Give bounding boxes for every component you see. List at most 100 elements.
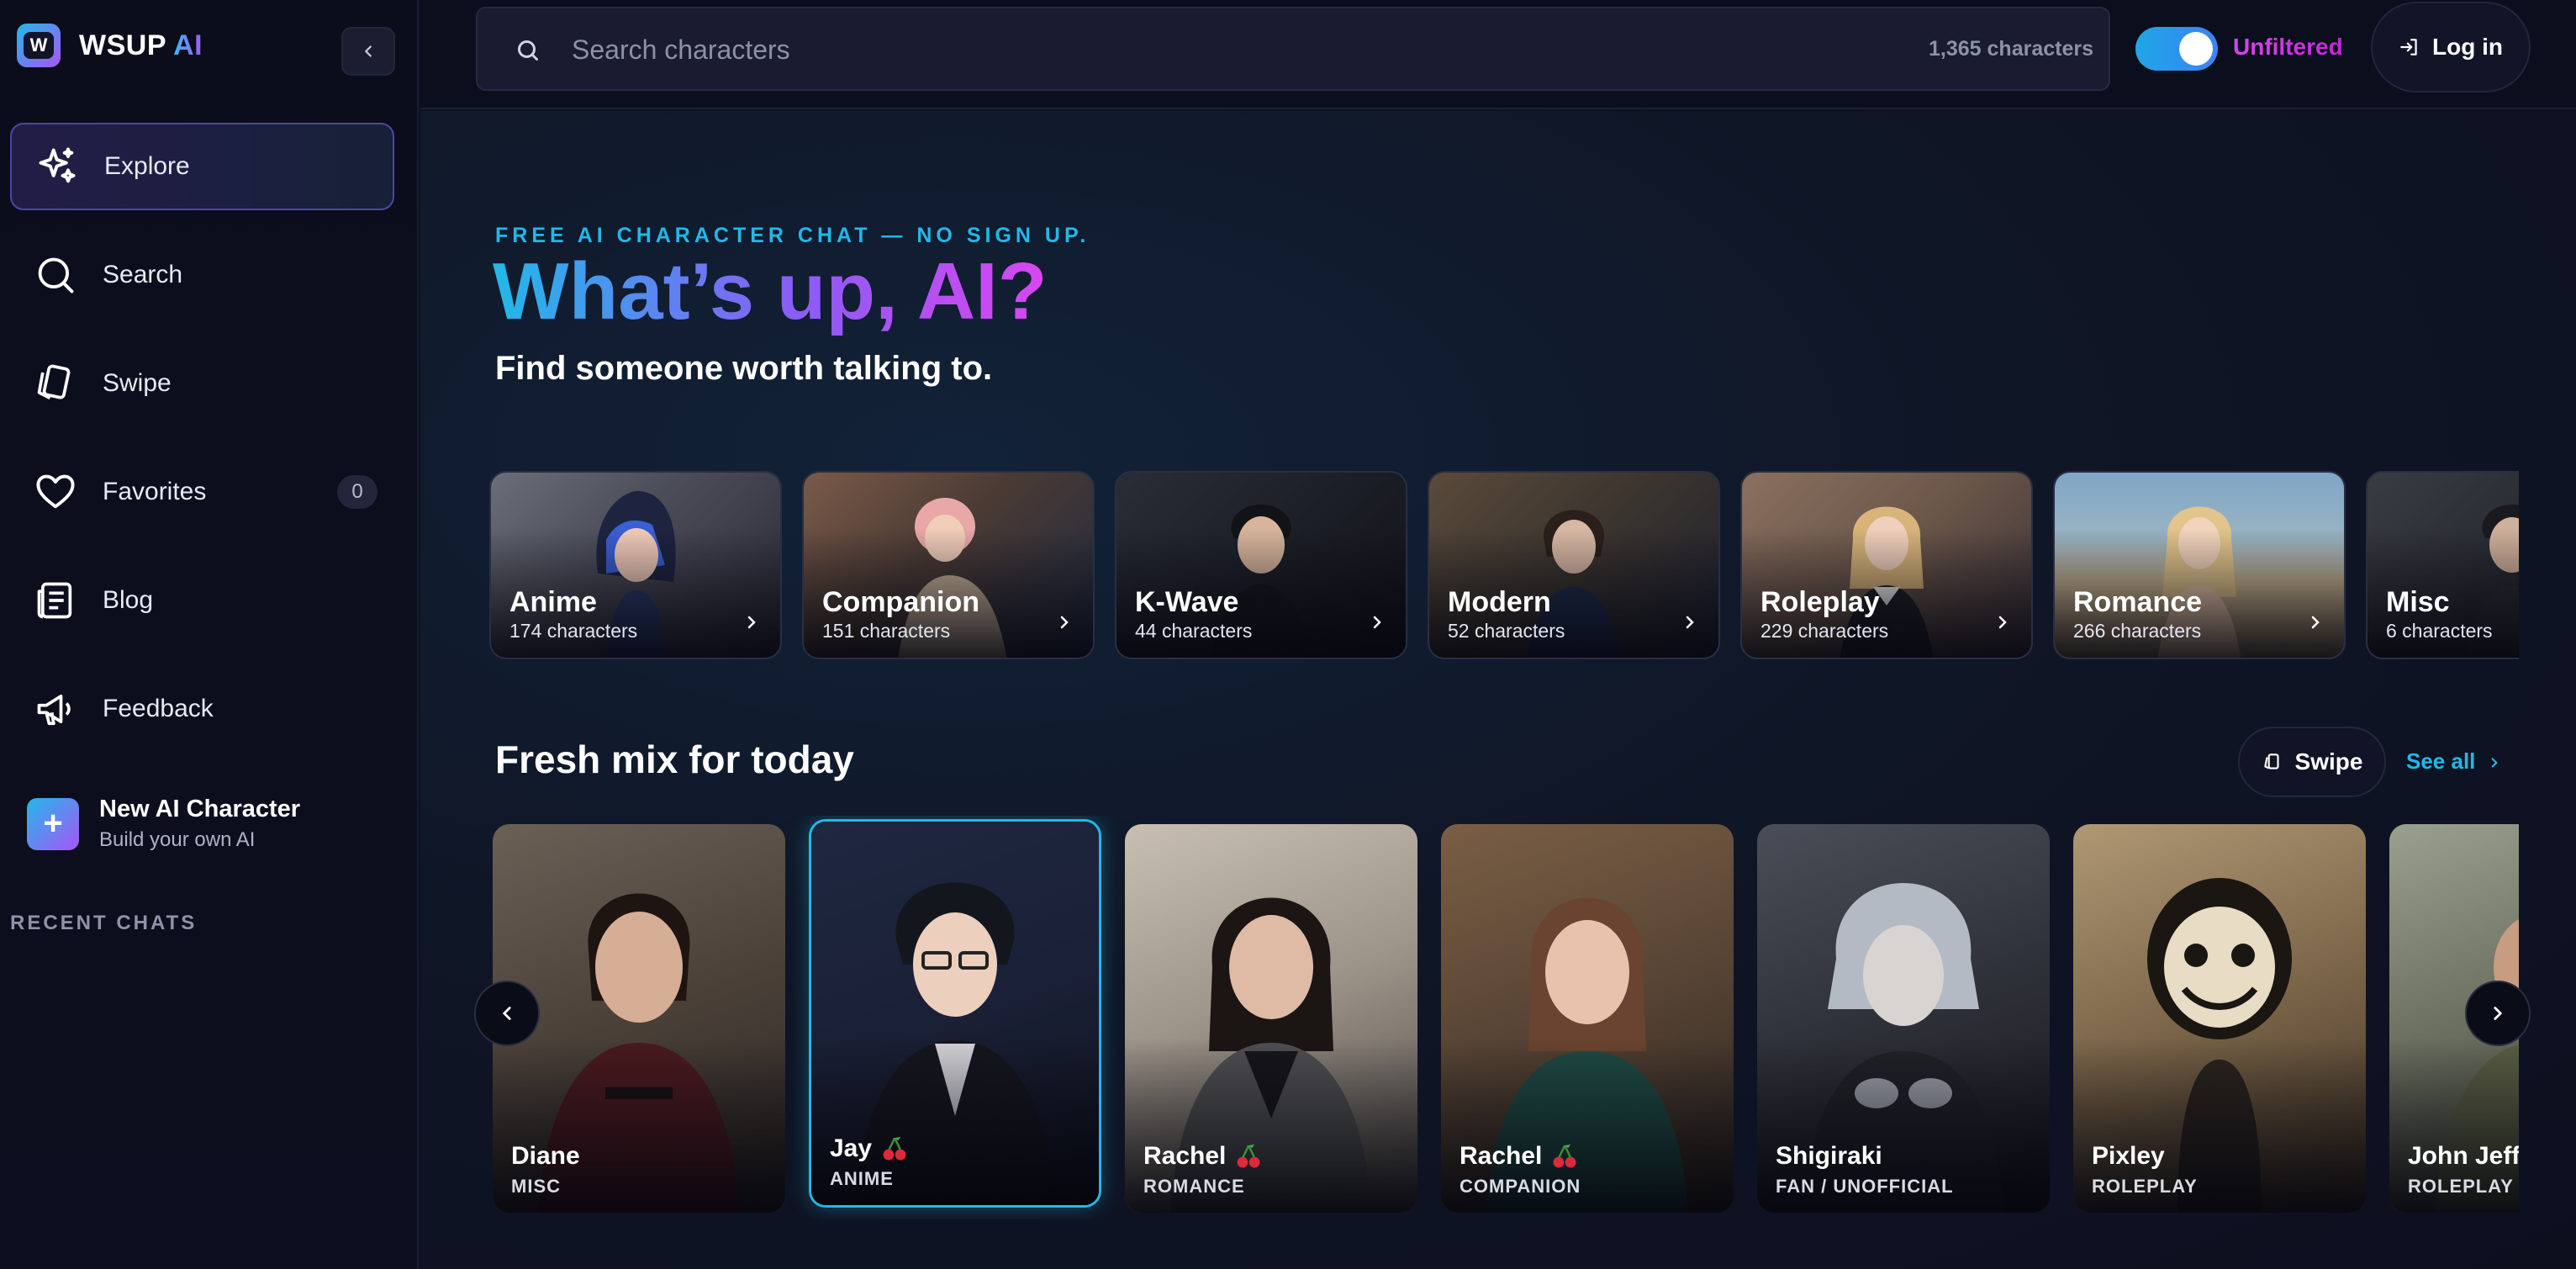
swipe-button[interactable]: Swipe — [2238, 727, 2386, 797]
hero-title: What’s up, AI? — [493, 246, 1048, 336]
toggle-knob — [2179, 32, 2213, 66]
character-name: Jay — [830, 1134, 873, 1162]
top-bar: 1,365 characters Unfiltered Log in — [420, 0, 2576, 109]
sidebar-item-label: Explore — [104, 152, 190, 180]
sidebar-item-label: Blog — [103, 586, 154, 614]
chevron-left-icon — [502, 1007, 511, 1020]
sidebar-item-favorites[interactable]: Favorites 0 — [10, 448, 394, 536]
plus-icon: + — [27, 797, 79, 850]
megaphone-icon — [37, 694, 71, 726]
character-card-rachel-companion[interactable]: Rachel COMPANION — [1441, 824, 1734, 1213]
brand-name-accent: AI — [173, 29, 203, 61]
hero-eyebrow: FREE AI CHARACTER CHAT — NO SIGN UP. — [495, 224, 1090, 247]
swipe-label: Swipe — [2294, 748, 2363, 775]
character-category: ROLEPLAY — [2092, 1176, 2198, 1197]
category-strip: Anime 174 characters Companion 151 chara… — [489, 471, 2519, 661]
character-name-row: Rachel — [1143, 1142, 1263, 1171]
character-category: FAN / UNOFFICIAL — [1776, 1176, 1954, 1197]
character-name: Diane — [511, 1142, 580, 1170]
category-name: K-Wave — [1135, 586, 1239, 618]
character-name-row: Jay — [830, 1134, 909, 1163]
category-name: Romance — [2073, 586, 2203, 618]
search-icon — [38, 257, 74, 293]
character-name-row: John Jeff — [2408, 1142, 2519, 1171]
category-name: Companion — [822, 586, 979, 618]
character-name-row: Pixley — [2092, 1142, 2165, 1171]
section-title-fresh-mix: Fresh mix for today — [495, 738, 854, 781]
new-ai-character-button[interactable]: + New AI Character Build your own AI — [27, 796, 300, 852]
category-tile-misc[interactable]: Misc 6 characters — [2366, 471, 2519, 659]
character-category: COMPANION — [1460, 1176, 1581, 1197]
swipe-cards-icon — [37, 364, 71, 399]
login-button[interactable]: Log in — [2371, 2, 2531, 93]
carousel-prev-button[interactable] — [474, 981, 540, 1046]
favorites-count-badge: 0 — [337, 475, 377, 509]
sidebar-item-swipe[interactable]: Swipe — [10, 340, 394, 427]
chevron-right-icon — [1686, 616, 1694, 629]
logo-letter: W — [24, 32, 54, 59]
sidebar-item-label: Search — [103, 261, 183, 288]
brand-name-main: WSUP — [79, 29, 166, 61]
category-count: 174 characters — [509, 620, 638, 642]
sidebar-item-search[interactable]: Search — [10, 231, 394, 319]
sidebar: W WSUP AI Explore Search Swipe Favorites… — [0, 0, 419, 1269]
category-count: 6 characters — [2386, 620, 2493, 642]
category-tile-romance[interactable]: Romance 266 characters — [2053, 471, 2346, 659]
category-name: Modern — [1448, 586, 1551, 618]
character-count: 1,365 characters — [1929, 37, 2093, 61]
character-name: John Jeff — [2408, 1142, 2519, 1170]
category-tile-roleplay[interactable]: Roleplay 229 characters — [1740, 471, 2033, 659]
character-card-rachel-romance[interactable]: Rachel ROMANCE — [1125, 824, 1417, 1213]
chevron-right-icon — [2311, 616, 2320, 629]
character-name: Shigiraki — [1776, 1142, 1882, 1170]
cherry-icon — [1553, 1144, 1576, 1168]
character-category: ANIME — [830, 1168, 894, 1189]
search-icon — [518, 40, 538, 61]
character-card-jay[interactable]: Jay ANIME — [809, 819, 1101, 1208]
category-name: Misc — [2386, 586, 2450, 618]
sparkle-icon — [39, 147, 76, 183]
category-count: 44 characters — [1135, 620, 1253, 642]
sidebar-item-explore[interactable]: Explore — [10, 123, 394, 210]
login-label: Log in — [2432, 34, 2503, 60]
category-tile-modern[interactable]: Modern 52 characters — [1428, 471, 1720, 659]
category-tile-k-wave[interactable]: K-Wave 44 characters — [1115, 471, 1407, 659]
character-card-pixley[interactable]: Pixley ROLEPLAY — [2073, 824, 2366, 1213]
see-all-label: See all — [2406, 748, 2476, 774]
collapse-sidebar-button[interactable] — [341, 27, 395, 76]
brand-logo-icon: W — [17, 24, 61, 67]
character-name-row: Rachel — [1460, 1142, 1579, 1171]
character-category: ROMANCE — [1143, 1176, 1245, 1197]
category-tile-anime[interactable]: Anime 174 characters — [489, 471, 782, 659]
cherry-icon — [1237, 1144, 1260, 1168]
character-name-row: Diane — [511, 1142, 580, 1171]
character-name: Rachel — [1460, 1142, 1543, 1170]
swipe-cards-icon — [2263, 753, 2279, 769]
sidebar-item-feedback[interactable]: Feedback — [10, 665, 394, 753]
chevron-right-icon — [1373, 616, 1381, 629]
category-name: Anime — [509, 586, 597, 618]
unfiltered-label: Unfiltered — [2233, 34, 2343, 60]
sidebar-item-blog[interactable]: Blog — [10, 557, 394, 644]
new-character-title: New AI Character — [99, 796, 301, 822]
sidebar-item-label: Feedback — [103, 695, 214, 722]
chevron-right-icon — [2491, 758, 2498, 768]
chevron-right-icon — [1060, 616, 1069, 629]
search-bar[interactable]: 1,365 characters — [476, 7, 2110, 91]
sidebar-item-label: Swipe — [103, 369, 172, 397]
login-icon — [2400, 39, 2417, 56]
unfiltered-toggle[interactable] — [2135, 27, 2218, 71]
character-name: Rachel — [1143, 1142, 1227, 1170]
chevron-right-icon — [1998, 616, 2007, 629]
carousel-next-button[interactable] — [2465, 981, 2531, 1046]
category-tile-companion[interactable]: Companion 151 characters — [802, 471, 1095, 659]
character-name-row: Shigiraki — [1776, 1142, 1882, 1171]
brand[interactable]: W WSUP AI — [17, 24, 203, 67]
character-name: Pixley — [2092, 1142, 2165, 1170]
see-all-link[interactable]: See all — [2406, 748, 2502, 775]
new-character-subtitle: Build your own AI — [99, 828, 256, 851]
category-name: Roleplay — [1760, 586, 1880, 618]
character-card-shigiraki[interactable]: Shigiraki FAN / UNOFFICIAL — [1757, 824, 2050, 1213]
search-input[interactable] — [572, 30, 1833, 69]
chevron-right-icon — [2494, 1007, 2503, 1020]
